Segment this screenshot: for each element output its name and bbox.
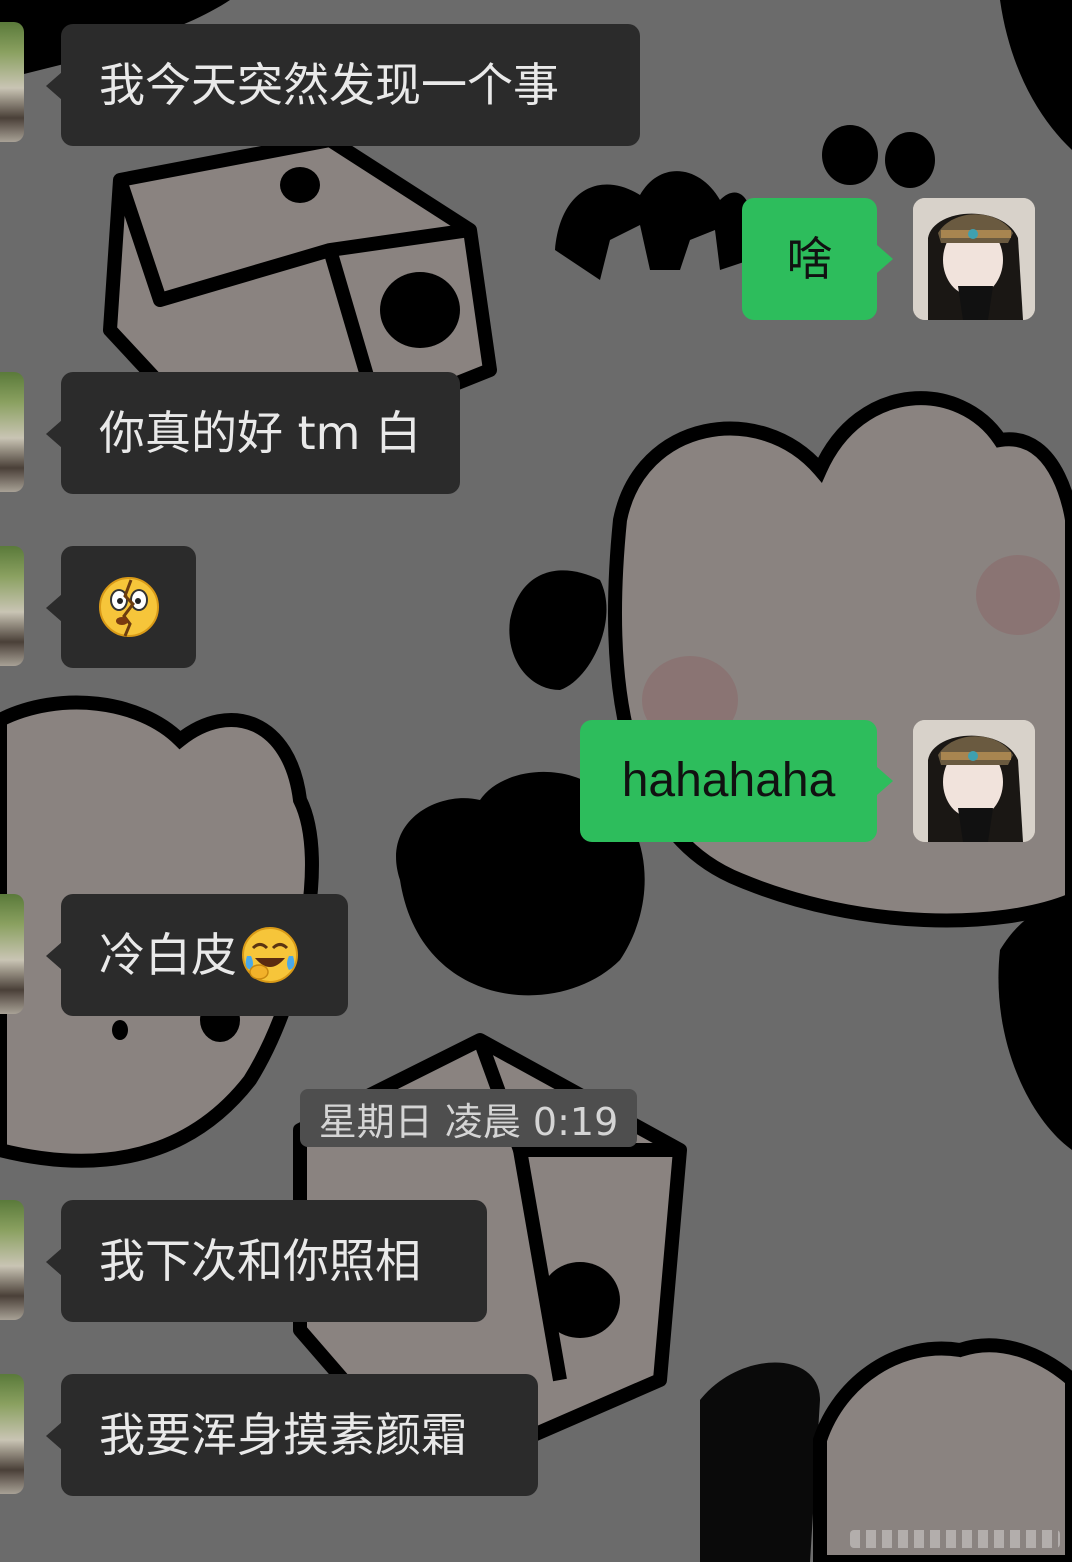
contact-avatar[interactable] <box>0 894 24 1014</box>
message-bubble[interactable]: 你真的好 tm 白 <box>61 372 460 494</box>
message-text: 我今天突然发现一个事 <box>99 58 559 112</box>
bubble-tail <box>46 594 62 622</box>
message-bubble[interactable]: hahahaha <box>580 720 877 842</box>
message-bubble[interactable]: 我要浑身摸素颜霜 <box>61 1374 538 1496</box>
watermark <box>850 1530 1060 1548</box>
bubble-tail <box>46 1422 62 1450</box>
bubble-tail <box>46 72 62 100</box>
message-bubble[interactable]: 我下次和你照相 <box>61 1200 487 1322</box>
message-text: 我下次和你照相 <box>99 1234 421 1288</box>
contact-avatar[interactable] <box>0 22 24 142</box>
message-bubble[interactable] <box>61 546 196 668</box>
message-text: 冷白皮 <box>99 928 237 982</box>
message-text: 我要浑身摸素颜霜 <box>99 1408 467 1462</box>
contact-avatar[interactable] <box>0 1374 24 1494</box>
contact-avatar[interactable] <box>0 546 24 666</box>
chat-wallpaper <box>0 0 1072 1562</box>
timestamp-divider: 星期日 凌晨 0:19 <box>300 1089 637 1147</box>
my-avatar[interactable] <box>913 198 1035 320</box>
bubble-tail <box>46 1248 62 1276</box>
my-avatar[interactable] <box>913 720 1035 842</box>
message-text: 啥 <box>786 232 833 286</box>
message-bubble[interactable]: 冷白皮 <box>61 894 348 1016</box>
message-bubble[interactable]: 啥 <box>742 198 877 320</box>
message-text: hahahaha <box>621 754 836 807</box>
bubble-tail <box>46 942 62 970</box>
bubble-tail <box>877 245 893 273</box>
broken-heart-shocked-face-emoji <box>98 577 159 637</box>
message-bubble[interactable]: 我今天突然发现一个事 <box>61 24 640 146</box>
face-with-tears-of-joy-emoji <box>242 927 298 983</box>
bubble-tail <box>46 420 62 448</box>
bubble-tail <box>877 767 893 795</box>
message-text: 你真的好 tm 白 <box>99 406 422 460</box>
contact-avatar[interactable] <box>0 372 24 492</box>
contact-avatar[interactable] <box>0 1200 24 1320</box>
